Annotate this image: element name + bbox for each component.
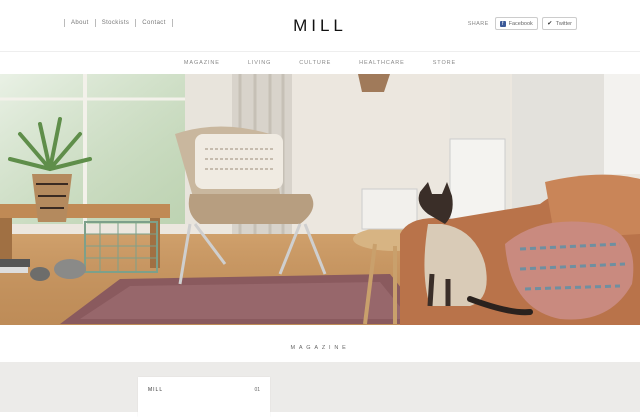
twitter-share-button[interactable]: ✔ Twitter	[541, 17, 577, 30]
main-nav: MAGAZINE LIVING CULTURE HEALTHCARE STORE	[0, 51, 640, 74]
twitter-label: Twitter	[555, 20, 572, 27]
twitter-icon: ✔	[547, 21, 553, 27]
share-bar: SHARE f Facebook ✔ Twitter	[468, 17, 577, 30]
card-brand: MILL	[148, 387, 164, 393]
nav-item-healthcare[interactable]: HEALTHCARE	[359, 60, 405, 66]
magazine-band	[0, 362, 640, 412]
nav-item-living[interactable]: LIVING	[248, 60, 271, 66]
hero-image[interactable]	[0, 74, 640, 325]
facebook-icon: f	[499, 20, 506, 27]
facebook-label: Facebook	[508, 20, 533, 27]
site-header: About Stockists Contact MILL SHARE f Fac…	[0, 0, 640, 50]
facebook-share-button[interactable]: f Facebook	[494, 17, 538, 30]
share-label: SHARE	[467, 20, 489, 27]
magazine-card[interactable]: MILL 01	[138, 377, 270, 417]
section-title: MAGAZINE	[290, 345, 350, 351]
hero-illustration	[0, 74, 640, 325]
nav-item-culture[interactable]: CULTURE	[299, 60, 331, 66]
nav-item-store[interactable]: STORE	[433, 60, 456, 66]
nav-item-magazine[interactable]: MAGAZINE	[184, 60, 220, 66]
card-issue-number: 01	[254, 387, 260, 393]
